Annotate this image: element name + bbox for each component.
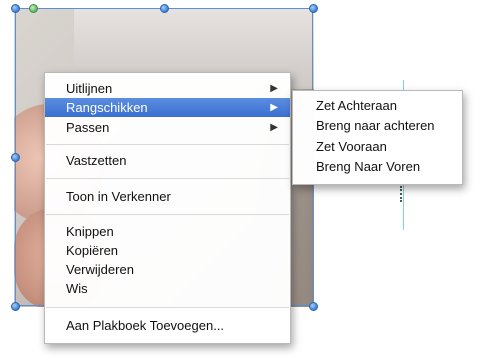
- menu-item-aan-plakboek-toevoegen[interactable]: Aan Plakboek Toevoegen...: [45, 316, 290, 335]
- menu-item-uitlijnen[interactable]: Uitlijnen ▶: [45, 79, 290, 98]
- submenu-item-zet-achteraan[interactable]: Zet Achteraan: [293, 96, 462, 115]
- menu-item-knippen[interactable]: Knippen: [45, 222, 290, 241]
- menu-item-wis[interactable]: Wis: [45, 279, 290, 298]
- menu-item-label: Aan Plakboek Toevoegen...: [66, 318, 225, 333]
- submenu-arrow-icon: ▶: [270, 83, 278, 94]
- rotate-handle[interactable]: [29, 4, 38, 13]
- menu-separator: [46, 307, 289, 308]
- menu-item-label: Uitlijnen: [66, 81, 113, 96]
- resize-handle-middle-left[interactable]: [11, 153, 20, 162]
- menu-item-vastzetten[interactable]: Vastzetten: [45, 151, 290, 170]
- menu-item-label: Rangschikken: [66, 100, 148, 115]
- menu-item-toon-in-verkenner[interactable]: Toon in Verkenner: [45, 187, 290, 206]
- resize-handle-bottom-left[interactable]: [11, 302, 20, 311]
- menu-item-passen[interactable]: Passen ▶: [45, 118, 290, 137]
- menu-item-label: Knippen: [66, 224, 114, 239]
- resize-handle-top-middle[interactable]: [160, 4, 169, 13]
- context-menu: Uitlijnen ▶ Rangschikken ▶ Passen ▶ Vast…: [44, 72, 291, 344]
- menu-item-label: Toon in Verkenner: [66, 189, 171, 204]
- submenu-arrow-icon: ▶: [270, 102, 278, 113]
- menu-item-label: Vastzetten: [66, 153, 127, 168]
- menu-item-label: Wis: [66, 281, 88, 296]
- menu-separator: [46, 144, 289, 145]
- resize-handle-top-right[interactable]: [309, 4, 318, 13]
- menu-item-label: Passen: [66, 120, 110, 135]
- submenu-item-label: Breng naar achteren: [316, 118, 435, 133]
- submenu-item-breng-naar-achteren[interactable]: Breng naar achteren: [293, 116, 462, 135]
- menu-separator: [46, 214, 289, 215]
- submenu-item-label: Zet Vooraan: [316, 139, 387, 154]
- menu-item-label: Verwijderen: [66, 262, 134, 277]
- workspace-canvas: Uitlijnen ▶ Rangschikken ▶ Passen ▶ Vast…: [0, 0, 493, 361]
- submenu-item-zet-vooraan[interactable]: Zet Vooraan: [293, 137, 462, 156]
- menu-item-verwijderen[interactable]: Verwijderen: [45, 260, 290, 279]
- submenu-item-label: Breng Naar Voren: [316, 159, 421, 174]
- submenu-arrow-icon: ▶: [270, 122, 278, 133]
- submenu-item-breng-naar-voren[interactable]: Breng Naar Voren: [293, 157, 462, 176]
- menu-item-kopieren[interactable]: Kopiëren: [45, 241, 290, 260]
- resize-handle-bottom-right[interactable]: [309, 302, 318, 311]
- arrange-submenu: Zet Achteraan Breng naar achteren Zet Vo…: [292, 90, 463, 185]
- submenu-item-label: Zet Achteraan: [316, 98, 397, 113]
- menu-item-label: Kopiëren: [66, 243, 119, 258]
- resize-handle-top-left[interactable]: [11, 4, 20, 13]
- menu-separator: [46, 178, 289, 179]
- menu-item-rangschikken[interactable]: Rangschikken ▶: [45, 98, 290, 117]
- guide-marker: [400, 186, 406, 202]
